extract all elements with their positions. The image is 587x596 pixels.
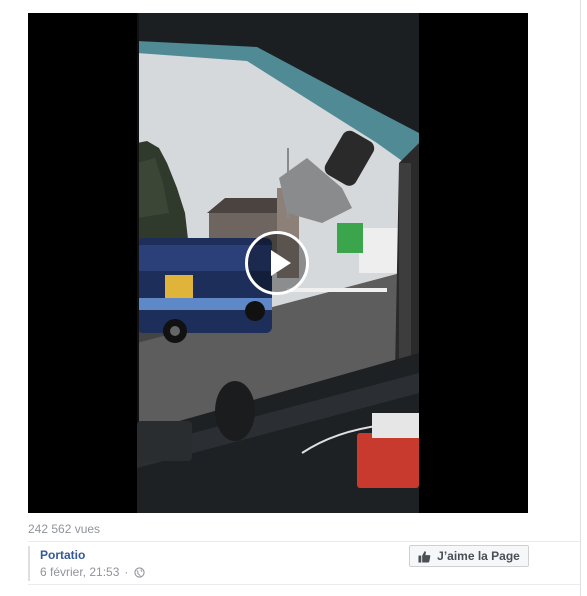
play-icon (271, 250, 291, 276)
meta-separator: · (124, 565, 129, 579)
post-meta: 6 février, 21:53 · (40, 565, 146, 579)
play-button[interactable] (245, 231, 309, 295)
globe-icon[interactable] (134, 566, 146, 578)
view-count: 242 562 vues (28, 522, 101, 536)
video-player[interactable] (28, 13, 528, 513)
bottom-divider (28, 584, 580, 585)
thumbs-up-icon (418, 550, 431, 563)
post-date[interactable]: 6 février, 21:53 (40, 565, 119, 579)
like-page-button[interactable]: J’aime la Page (409, 545, 529, 567)
page-name-link[interactable]: Portatio (40, 548, 85, 562)
like-page-label: J’aime la Page (437, 549, 520, 563)
right-border (580, 0, 581, 596)
post-left-rule (28, 546, 30, 581)
footer-divider (28, 541, 580, 542)
